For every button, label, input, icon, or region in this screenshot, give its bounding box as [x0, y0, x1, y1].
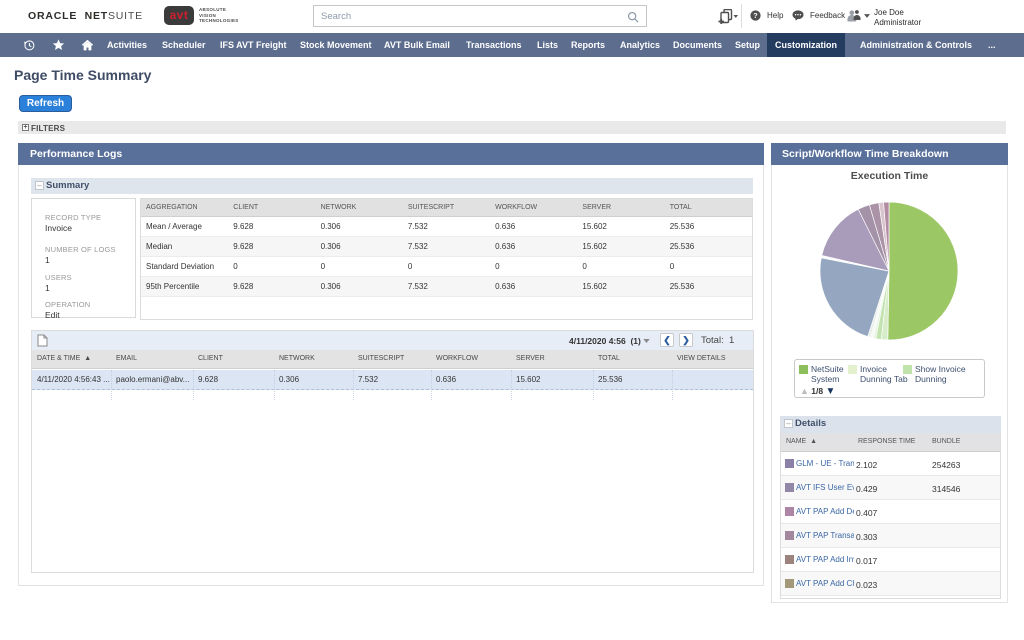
svg-text:?: ? — [753, 11, 758, 20]
